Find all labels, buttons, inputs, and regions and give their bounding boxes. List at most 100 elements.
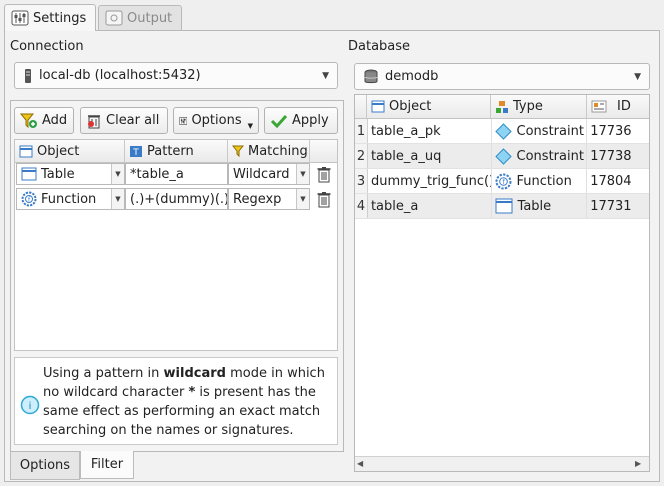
info-icon: i (20, 395, 40, 415)
tab-filter[interactable]: Filter (80, 451, 134, 479)
results-header-id-label: ID (617, 99, 631, 114)
row2-pattern-value: (.)+(dummy)(.)+ (130, 191, 227, 207)
constraint-icon (494, 122, 512, 140)
filter-add-icon (20, 113, 37, 128)
results-header-object-label: Object (389, 99, 432, 114)
results-header-id[interactable]: ID (587, 95, 649, 118)
horizontal-scrollbar[interactable]: ◀ ▶ (355, 456, 649, 471)
chevron-down-icon: ▼ (296, 164, 309, 184)
results-header: Object Type ID (355, 95, 649, 119)
tab-settings-label: Settings (33, 10, 87, 26)
result-id: 17736 (590, 123, 632, 139)
result-type-label: Constraint (516, 123, 584, 139)
tab-filter-label: Filter (90, 457, 124, 472)
info-text: Using a pattern in wildcard mode in whic… (43, 364, 333, 440)
header-object-label: Object (37, 143, 80, 159)
header-matching-label: Matching (248, 143, 308, 159)
tab-output-label: Output (127, 10, 173, 26)
row2-object-value: Function (41, 191, 97, 207)
apply-button[interactable]: Apply (264, 107, 338, 134)
database-value: demodb (385, 69, 439, 84)
scroll-right-icon[interactable]: ▶ (635, 459, 641, 468)
row2-pattern-input[interactable]: (.)+(dummy)(.)+ (125, 188, 228, 210)
header-pattern-label: Pattern (147, 143, 194, 159)
row1-matching-select[interactable]: Wildcard ▼ (228, 163, 310, 185)
result-id: 17731 (590, 198, 632, 214)
trash-icon (88, 114, 100, 128)
sliders-icon (179, 116, 188, 125)
table-row[interactable]: 4 table_a Table 17731 (355, 194, 649, 219)
add-button-label: Add (42, 113, 68, 128)
row2-matching-select[interactable]: Regexp ▼ (228, 188, 310, 210)
options-label: Options (191, 113, 242, 128)
check-icon (270, 114, 288, 128)
tab-options[interactable]: Options (10, 452, 80, 480)
svg-text:i: i (29, 401, 32, 412)
menu-arrow-icon: ▼ (247, 122, 253, 130)
filter-table-header: Object T Pattern Matching (15, 140, 337, 163)
row-number: 1 (355, 119, 368, 143)
table-icon (19, 145, 33, 157)
result-type: Table (492, 194, 588, 218)
clear-all-button[interactable]: Clear all (80, 107, 168, 134)
id-icon (591, 100, 607, 113)
row-number: 2 (355, 144, 368, 168)
row-number-header (355, 95, 367, 118)
result-type-label: Table (517, 198, 552, 214)
result-object: table_a (368, 194, 492, 218)
tab-settings[interactable]: Settings (4, 4, 96, 31)
constraint-icon (494, 147, 512, 165)
result-type-label: Constraint (516, 148, 584, 164)
result-type: f Function (492, 169, 588, 193)
chevron-down-icon: ▼ (111, 164, 124, 184)
function-gear-icon: f (495, 173, 512, 189)
trash-icon (317, 166, 331, 182)
filter-icon (232, 145, 244, 157)
row1-object-select[interactable]: Table ▼ (16, 163, 125, 185)
header-object[interactable]: Object (15, 140, 125, 162)
options-button[interactable]: Options ▼ (173, 107, 259, 134)
table-row[interactable]: 2 table_a_uq Constraint 17738 (355, 144, 649, 169)
apply-label: Apply (292, 113, 329, 128)
row2-object-select[interactable]: f Function ▼ (16, 188, 125, 210)
connection-value: local-db (localhost:5432) (39, 68, 201, 83)
results-table: Object Type ID 1 table_a_pk Constraint 1… (354, 94, 650, 472)
table-row[interactable]: 3 dummy_trig_func() f Function 17804 (355, 169, 649, 194)
tab-options-label: Options (19, 458, 71, 473)
chevron-down-icon: ▼ (322, 70, 329, 81)
row1-matching-value: Wildcard (233, 166, 290, 182)
table-icon (21, 167, 37, 181)
output-icon (105, 10, 123, 26)
info-box: i Using a pattern in wildcard mode in wh… (14, 357, 338, 445)
add-button[interactable]: Add (14, 107, 74, 134)
row1-pattern-input[interactable]: *table_a (125, 163, 228, 185)
results-header-type[interactable]: Type (491, 95, 587, 118)
header-pattern[interactable]: T Pattern (125, 140, 228, 162)
chevron-down-icon: ▼ (634, 71, 641, 82)
header-matching[interactable]: Matching (228, 140, 310, 162)
type-icon (496, 100, 508, 113)
row2-matching-value: Regexp (233, 191, 282, 207)
trash-icon (317, 191, 331, 207)
result-id: 17738 (590, 148, 632, 164)
result-type: Constraint (492, 119, 588, 143)
server-icon (25, 68, 31, 83)
svg-text:T: T (132, 148, 139, 158)
settings-icon (11, 10, 29, 26)
results-header-object[interactable]: Object (367, 95, 491, 118)
text-icon: T (130, 145, 142, 158)
tab-output[interactable]: Output (98, 5, 182, 30)
row1-delete-button[interactable] (313, 163, 335, 185)
clear-all-label: Clear all (106, 113, 160, 128)
info-bold-wildcard: wildcard (163, 366, 226, 381)
database-select[interactable]: demodb ▼ (354, 63, 650, 90)
result-object: dummy_trig_func() (368, 169, 492, 193)
connection-select[interactable]: local-db (localhost:5432) ▼ (14, 62, 338, 89)
result-object: table_a_uq (368, 144, 492, 168)
table-icon (495, 198, 513, 214)
scroll-left-icon[interactable]: ◀ (357, 459, 363, 468)
database-icon (364, 69, 378, 83)
table-icon (371, 100, 385, 113)
table-row[interactable]: 1 table_a_pk Constraint 17736 (355, 119, 649, 144)
row2-delete-button[interactable] (313, 188, 335, 210)
